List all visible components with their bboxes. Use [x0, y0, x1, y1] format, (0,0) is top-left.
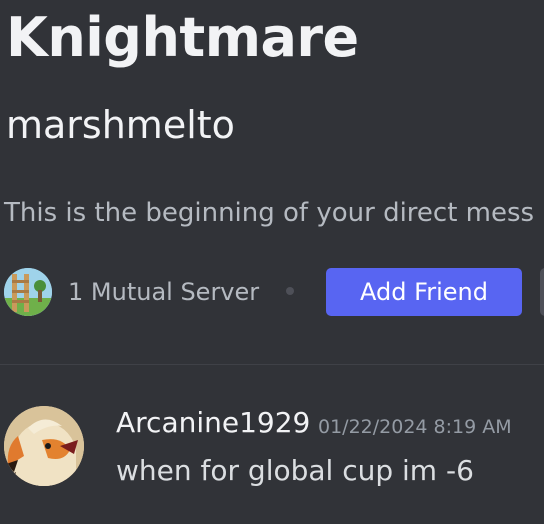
user-avatar[interactable] [4, 406, 84, 486]
mutual-server-icon[interactable] [4, 268, 52, 316]
message-timestamp: 01/22/2024 8:19 AM [318, 416, 512, 438]
profile-display-name: Knightmare [6, 6, 359, 69]
dm-beginning-text: This is the beginning of your direct mes… [4, 198, 535, 228]
more-options-button[interactable] [540, 268, 544, 316]
message-item: Arcanine1929 01/22/2024 8:19 AM when for… [0, 396, 544, 506]
mutual-server-row: 1 Mutual Server Add Friend [4, 266, 544, 318]
mutual-servers-label[interactable]: 1 Mutual Server [68, 278, 259, 306]
add-friend-button[interactable]: Add Friend [326, 268, 522, 316]
message-content: when for global cup im -6 [116, 454, 474, 487]
separator-dot [286, 287, 294, 295]
profile-username: marshmelto [6, 103, 235, 147]
message-author[interactable]: Arcanine1929 [116, 406, 310, 439]
divider [0, 364, 544, 365]
